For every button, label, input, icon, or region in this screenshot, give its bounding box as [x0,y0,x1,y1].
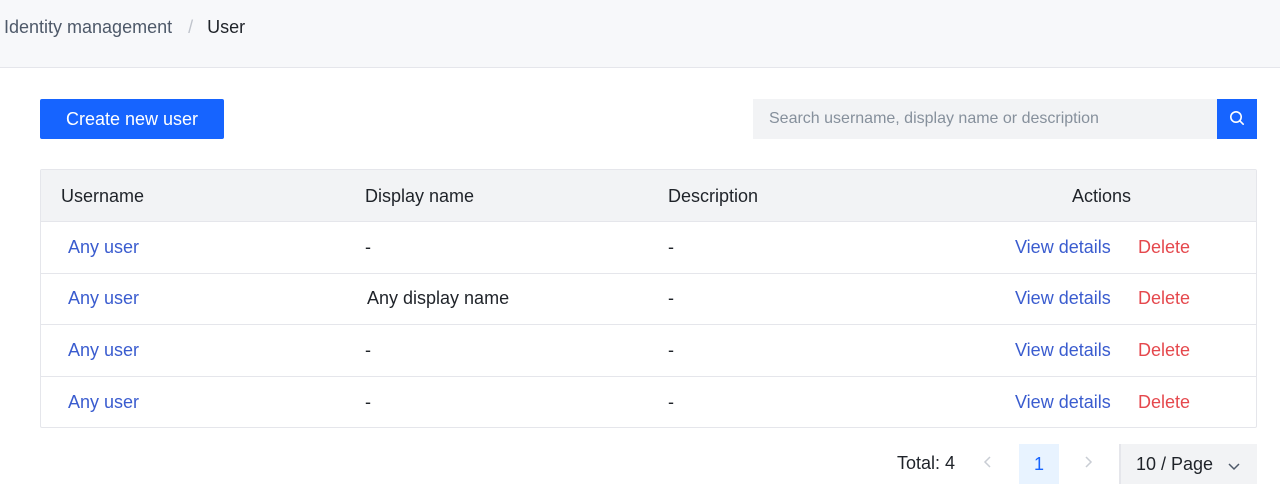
previous-page-button[interactable] [968,444,1008,484]
total-count: Total: 4 [897,453,956,473]
users-table: Username Display name Description Action… [40,169,1257,428]
username-link[interactable]: Any user [68,377,139,429]
column-header-actions: Actions [1072,185,1132,206]
description-cell: - [668,236,674,257]
column-header-display-name: Display name [365,185,475,206]
table-row: Any user Any display name - View details… [41,274,1256,325]
column-header-username: Username [61,185,145,206]
description-cell: - [668,339,674,360]
display-name-cell: - [365,236,371,257]
column-header-description: Description [668,185,759,206]
table-row: Any user - - View details Delete [41,325,1256,377]
search-input[interactable] [753,99,1217,139]
top-bar: Identity management / User [0,0,1280,68]
chevron-down-icon [1227,457,1241,478]
pagination: Total: 4 1 10 / Page [0,444,1280,484]
description-cell: - [668,288,674,309]
username-link[interactable]: Any user [68,274,139,325]
breadcrumb-current-user: User [207,16,246,37]
chevron-right-icon [1083,455,1093,474]
breadcrumb: Identity management / User [4,16,245,38]
page-size-select[interactable]: 10 / Page [1119,444,1257,484]
username-link[interactable]: Any user [68,325,139,376]
breadcrumb-separator: / [188,16,194,37]
search-box [753,99,1257,139]
delete-link[interactable]: Delete [1138,222,1190,273]
table-row: Any user - - View details Delete [41,377,1256,429]
description-cell: - [668,391,674,412]
view-details-link[interactable]: View details [1015,377,1111,429]
delete-link[interactable]: Delete [1138,377,1190,429]
view-details-link[interactable]: View details [1015,222,1111,273]
chevron-left-icon [983,455,993,474]
display-name-cell: - [365,391,371,412]
delete-link[interactable]: Delete [1138,325,1190,376]
search-icon [1229,110,1245,129]
display-name-cell: - [365,339,371,360]
delete-link[interactable]: Delete [1138,274,1190,325]
display-name-cell: Any display name [367,288,510,309]
page-size-value: 10 / Page [1136,453,1214,474]
username-link[interactable]: Any user [68,222,139,273]
table-row: Any user - - View details Delete [41,222,1256,274]
view-details-link[interactable]: View details [1015,325,1111,376]
create-new-user-button[interactable]: Create new user [40,99,224,139]
search-button[interactable] [1217,99,1257,139]
view-details-link[interactable]: View details [1015,274,1111,325]
table-header: Username Display name Description Action… [41,170,1256,222]
page-number-button[interactable]: 1 [1019,444,1059,484]
next-page-button[interactable] [1068,444,1108,484]
breadcrumb-identity-management[interactable]: Identity management [4,17,172,38]
